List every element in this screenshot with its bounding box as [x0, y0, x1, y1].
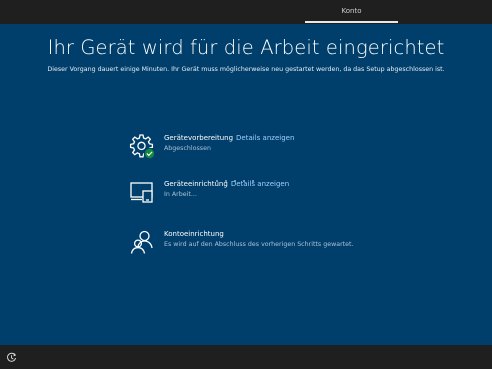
gear-check-icon: [129, 134, 156, 160]
top-bar: Konto: [0, 0, 492, 24]
tab-konto[interactable]: Konto: [305, 0, 398, 22]
page-subtitle: Dieser Vorgang dauert einige Minuten. Ih…: [47, 66, 445, 73]
tab-active-indicator: [305, 21, 398, 23]
progress-dot: [252, 180, 254, 182]
page-title: Ihr Gerät wird für die Arbeit eingericht…: [47, 36, 445, 59]
step-status: Es wird auf den Abschluss des vorherigen…: [164, 241, 354, 248]
step-kontoeinrichtung: Kontoeinrichtung Es wird auf den Abschlu…: [128, 228, 428, 260]
progress-dot: [243, 180, 245, 182]
step-name: Kontoeinrichtung: [164, 230, 224, 238]
step-status: Abgeschlossen: [164, 145, 211, 152]
progress-dots: [216, 180, 256, 183]
step-status: In Arbeit...: [164, 191, 197, 198]
details-link[interactable]: Details anzeigen: [236, 134, 294, 142]
step-geraeteeinrichtung: Geräteeinrichtung Details anzeigen In Arb…: [128, 178, 428, 210]
progress-dot: [234, 180, 236, 182]
bottom-bar: [0, 345, 492, 369]
progress-dot: [225, 180, 227, 182]
step-geraetevorbereitung: Gerätevorbereitung Details anzeigen Abges…: [128, 132, 428, 164]
progress-dot: [216, 180, 218, 182]
step-name: Gerätevorbereitung Details anzeigen: [164, 134, 295, 142]
device-icon: [130, 182, 153, 203]
ease-of-access-icon[interactable]: [6, 352, 17, 363]
account-icon: [130, 230, 153, 254]
